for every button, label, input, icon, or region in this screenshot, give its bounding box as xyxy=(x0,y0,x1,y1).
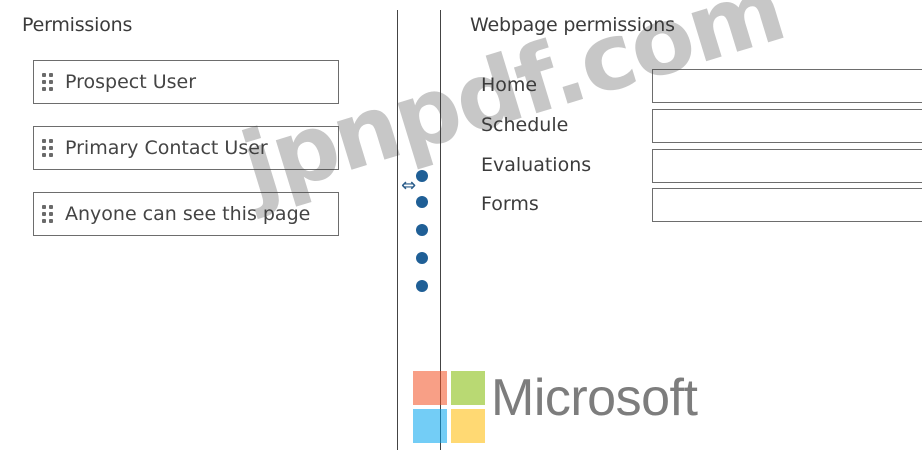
drop-target-forms[interactable] xyxy=(652,188,922,222)
logo-square xyxy=(413,409,447,443)
drag-handle-icon[interactable] xyxy=(416,224,428,236)
page-label-schedule: Schedule xyxy=(481,114,569,136)
role-primary-contact-user[interactable]: Primary Contact User xyxy=(33,126,339,170)
grip-icon xyxy=(40,205,54,223)
logo-square xyxy=(413,371,447,405)
role-label: Prospect User xyxy=(65,71,197,93)
page-label-home: Home xyxy=(481,74,538,96)
grip-icon xyxy=(40,73,54,91)
logo-square xyxy=(451,409,485,443)
page-label-evaluations: Evaluations xyxy=(481,154,592,176)
page-label-forms: Forms xyxy=(481,193,539,215)
microsoft-logo-icon xyxy=(413,371,485,443)
logo-square xyxy=(451,371,485,405)
grip-icon xyxy=(40,139,54,157)
role-label: Anyone can see this page xyxy=(65,203,311,225)
role-label: Primary Contact User xyxy=(65,137,268,159)
drag-handle-icon[interactable] xyxy=(416,252,428,264)
drop-target-evaluations[interactable] xyxy=(652,149,922,183)
microsoft-wordmark: Microsoft xyxy=(491,369,698,427)
role-prospect-user[interactable]: Prospect User xyxy=(33,60,339,104)
drop-target-schedule[interactable] xyxy=(652,109,922,143)
drag-handle-icon[interactable] xyxy=(416,196,428,208)
drop-target-home[interactable] xyxy=(652,69,922,103)
role-anyone-can-see[interactable]: Anyone can see this page xyxy=(33,192,339,236)
webpage-permissions-title: Webpage permissions xyxy=(470,14,675,36)
resize-arrow-icon: ⇔ xyxy=(401,175,417,196)
drag-handle-icon[interactable] xyxy=(416,280,428,292)
drag-handle-icon[interactable] xyxy=(416,170,428,182)
permissions-title: Permissions xyxy=(22,14,133,36)
